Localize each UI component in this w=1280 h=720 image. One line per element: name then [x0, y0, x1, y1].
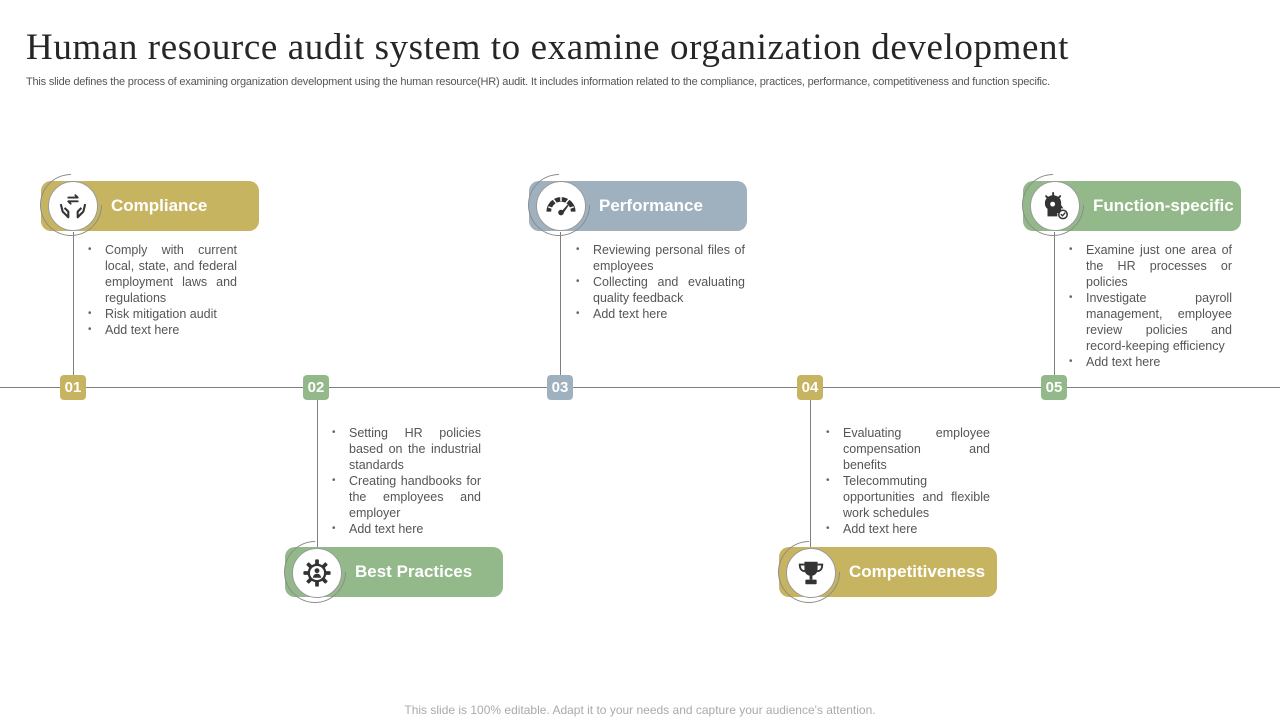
list-item: Collecting and evaluating quality feedba… [575, 274, 745, 306]
step-04-icon-circle [786, 548, 836, 598]
step-04-label: Competitiveness [849, 562, 986, 581]
list-item: Add text here [575, 306, 745, 322]
step-03-number: 03 [547, 375, 573, 400]
step-01-number: 01 [60, 375, 86, 400]
step-01-label: Compliance [111, 196, 208, 215]
list-item: Add text here [825, 521, 990, 537]
step-01-icon-circle [48, 181, 98, 231]
idea-head-icon [1044, 191, 1068, 220]
list-item: Risk mitigation audit [87, 306, 237, 322]
list-item: Add text here [1068, 354, 1232, 370]
connector-02 [317, 387, 318, 547]
step-02-icon-circle [292, 548, 342, 598]
list-item: Evaluating employee compensation and ben… [825, 425, 990, 473]
step-03-points: Reviewing personal files of employees Co… [575, 242, 745, 322]
list-item: Telecommuting opportunities and flexible… [825, 473, 990, 521]
step-05-label: Function-specific [1093, 196, 1234, 215]
timeline-axis [0, 387, 1280, 388]
step-02-label: Best Practices [355, 562, 473, 581]
connector-05 [1054, 232, 1055, 387]
hands-exchange-icon [59, 194, 87, 219]
step-02-points: Setting HR policies based on the industr… [331, 425, 481, 537]
step-01-points: Comply with current local, state, and fe… [87, 242, 237, 338]
connector-01 [73, 232, 74, 387]
list-item: Reviewing personal files of employees [575, 242, 745, 274]
footer-note: This slide is 100% editable. Adapt it to… [404, 703, 876, 717]
page-subtitle: This slide defines the process of examin… [26, 76, 1050, 88]
list-item: Add text here [87, 322, 237, 338]
step-04-number: 04 [797, 375, 823, 400]
gear-person-icon [303, 559, 331, 587]
trophy-icon [798, 561, 824, 585]
step-03-icon-circle [536, 181, 586, 231]
list-item: Creating handbooks for the employees and… [331, 473, 481, 521]
page-title: Human resource audit system to examine o… [26, 27, 1070, 68]
speedometer-icon [546, 194, 576, 216]
connector-04 [810, 387, 811, 547]
step-05-points: Examine just one area of the HR processe… [1068, 242, 1232, 370]
list-item: Examine just one area of the HR processe… [1068, 242, 1232, 290]
list-item: Investigate payroll management, employee… [1068, 290, 1232, 354]
list-item: Setting HR policies based on the industr… [331, 425, 481, 473]
connector-03 [560, 232, 561, 387]
step-05-number: 05 [1041, 375, 1067, 400]
step-05-icon-circle [1030, 181, 1080, 231]
list-item: Add text here [331, 521, 481, 537]
step-04-points: Evaluating employee compensation and ben… [825, 425, 990, 537]
step-02-number: 02 [303, 375, 329, 400]
list-item: Comply with current local, state, and fe… [87, 242, 237, 306]
step-03-label: Performance [599, 196, 703, 215]
